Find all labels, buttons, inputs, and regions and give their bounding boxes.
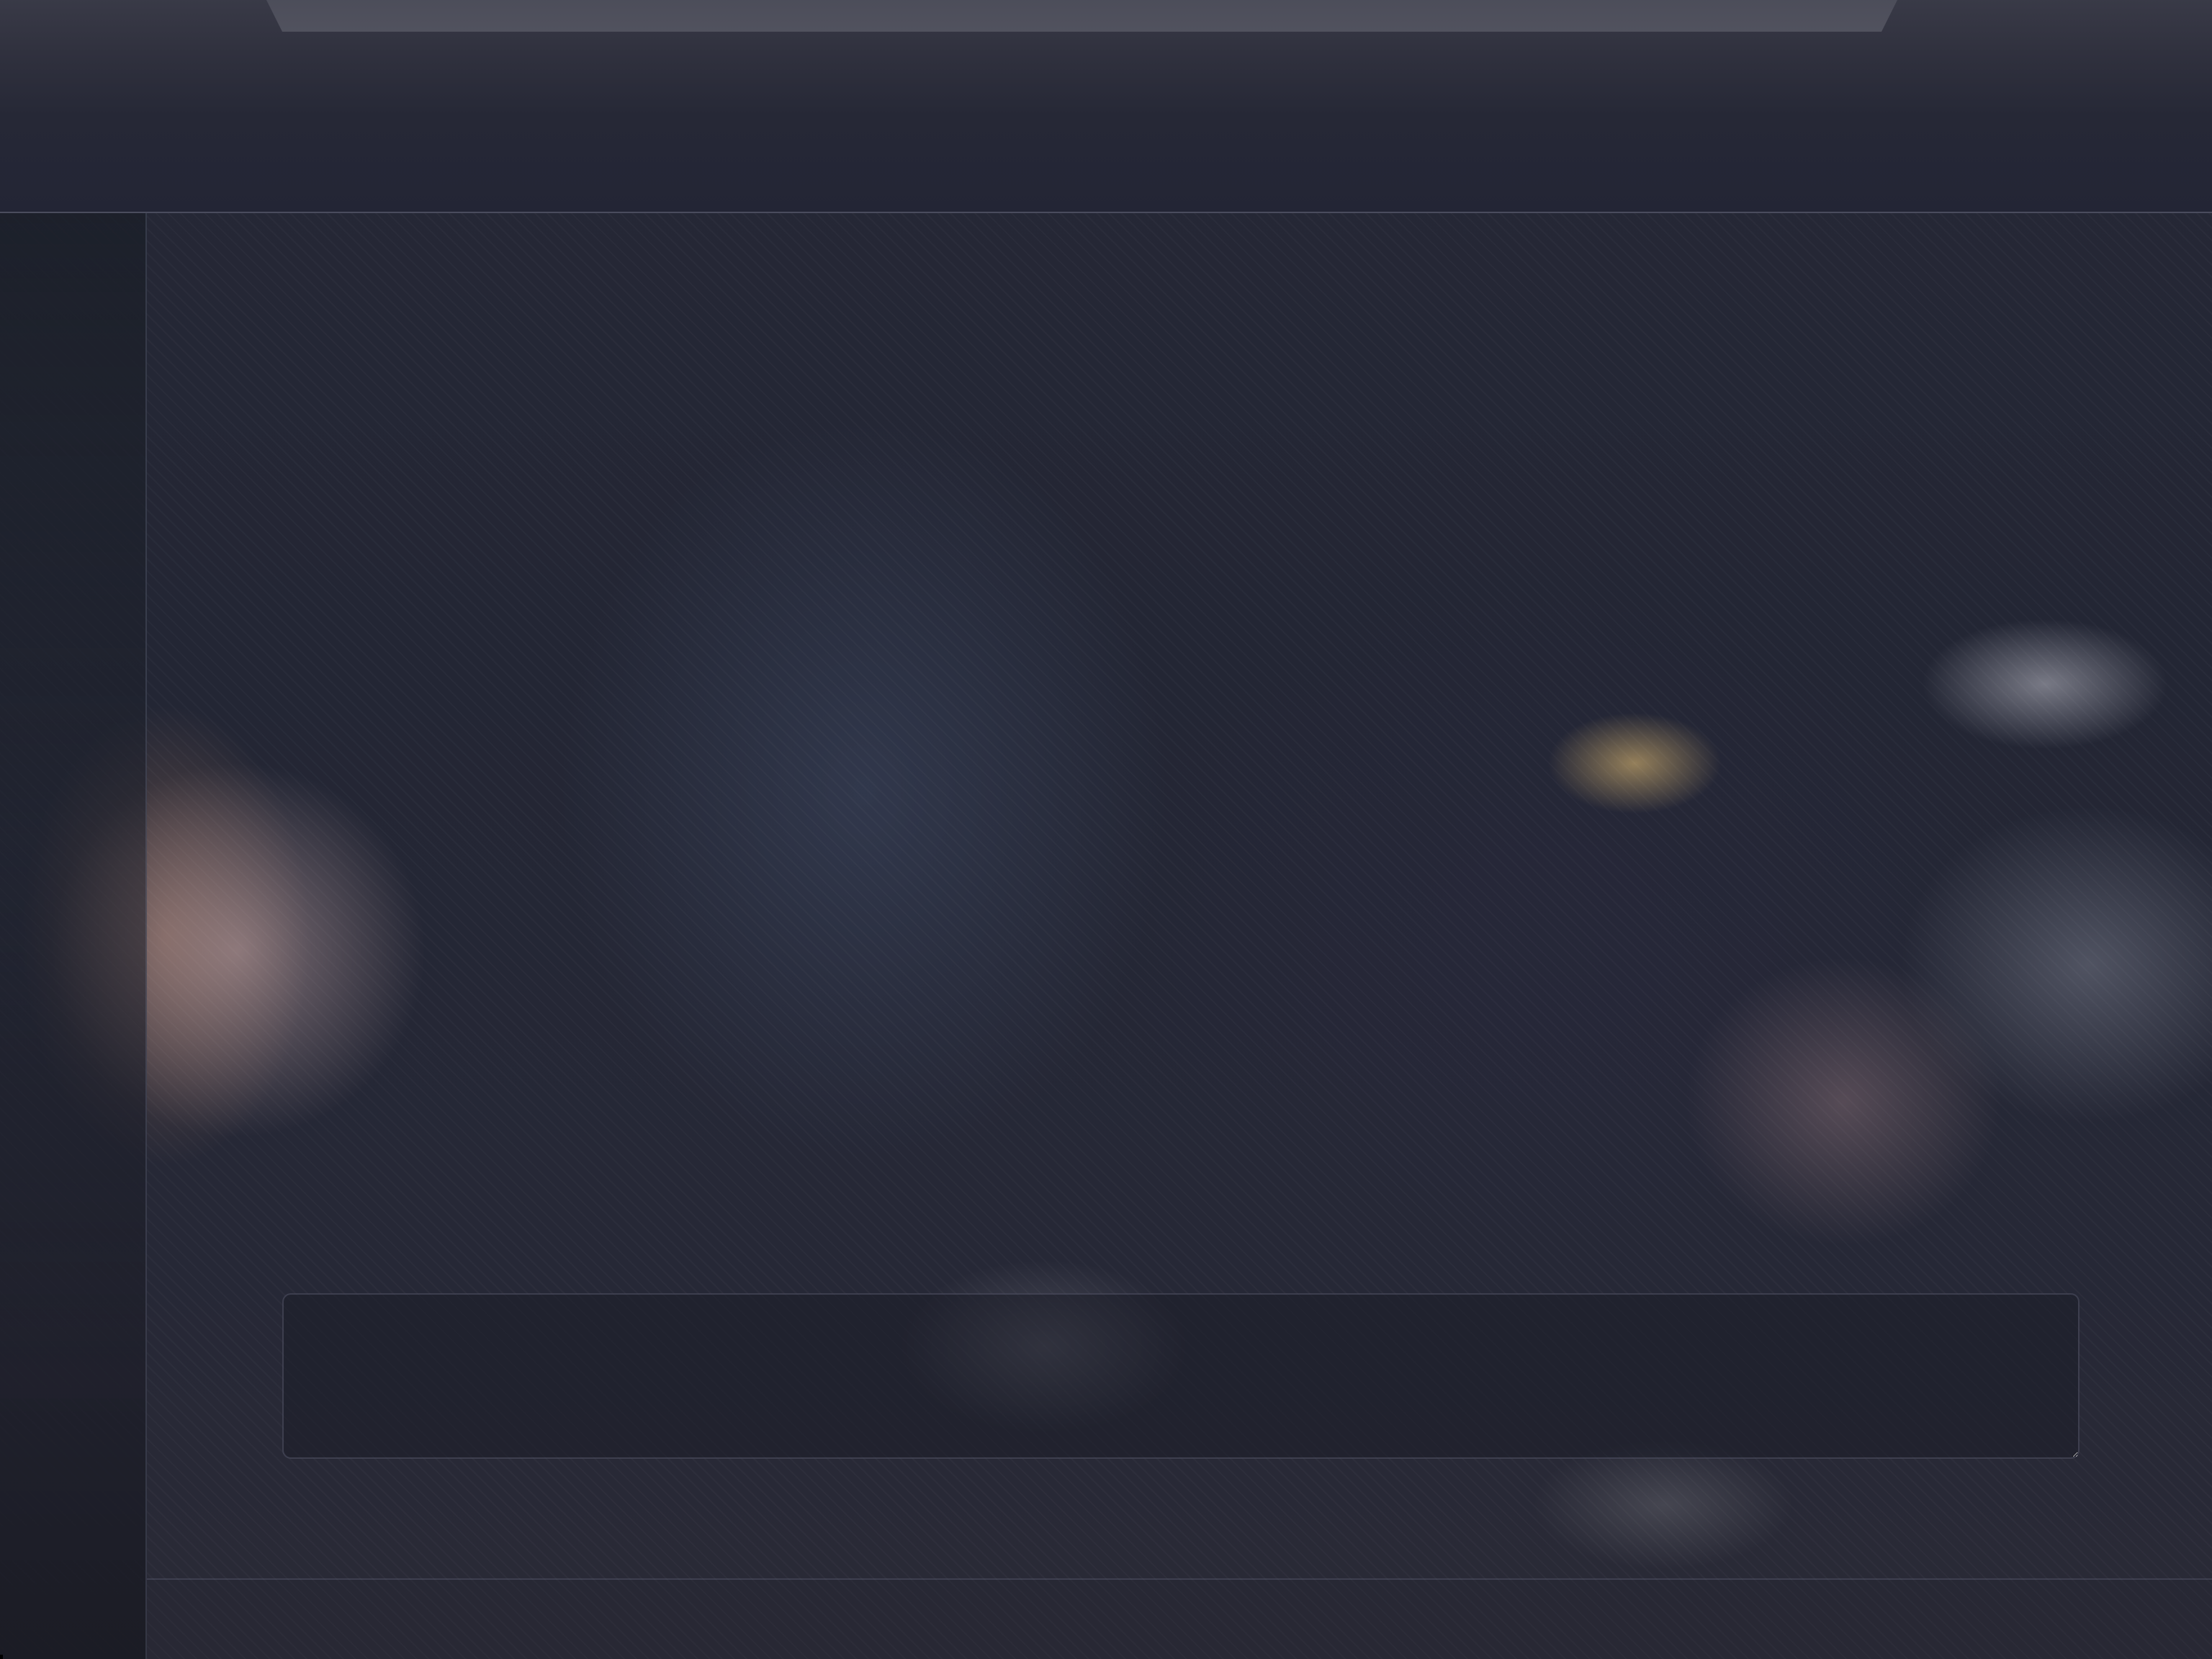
message-input[interactable] [282, 1293, 2080, 1459]
left-sidebar [0, 213, 147, 1659]
corner-marker [0, 1655, 3, 1659]
top-header [0, 0, 2212, 213]
footer-bar [147, 1578, 2212, 1659]
app-window [0, 0, 2212, 1659]
top-tab[interactable] [259, 0, 1905, 32]
